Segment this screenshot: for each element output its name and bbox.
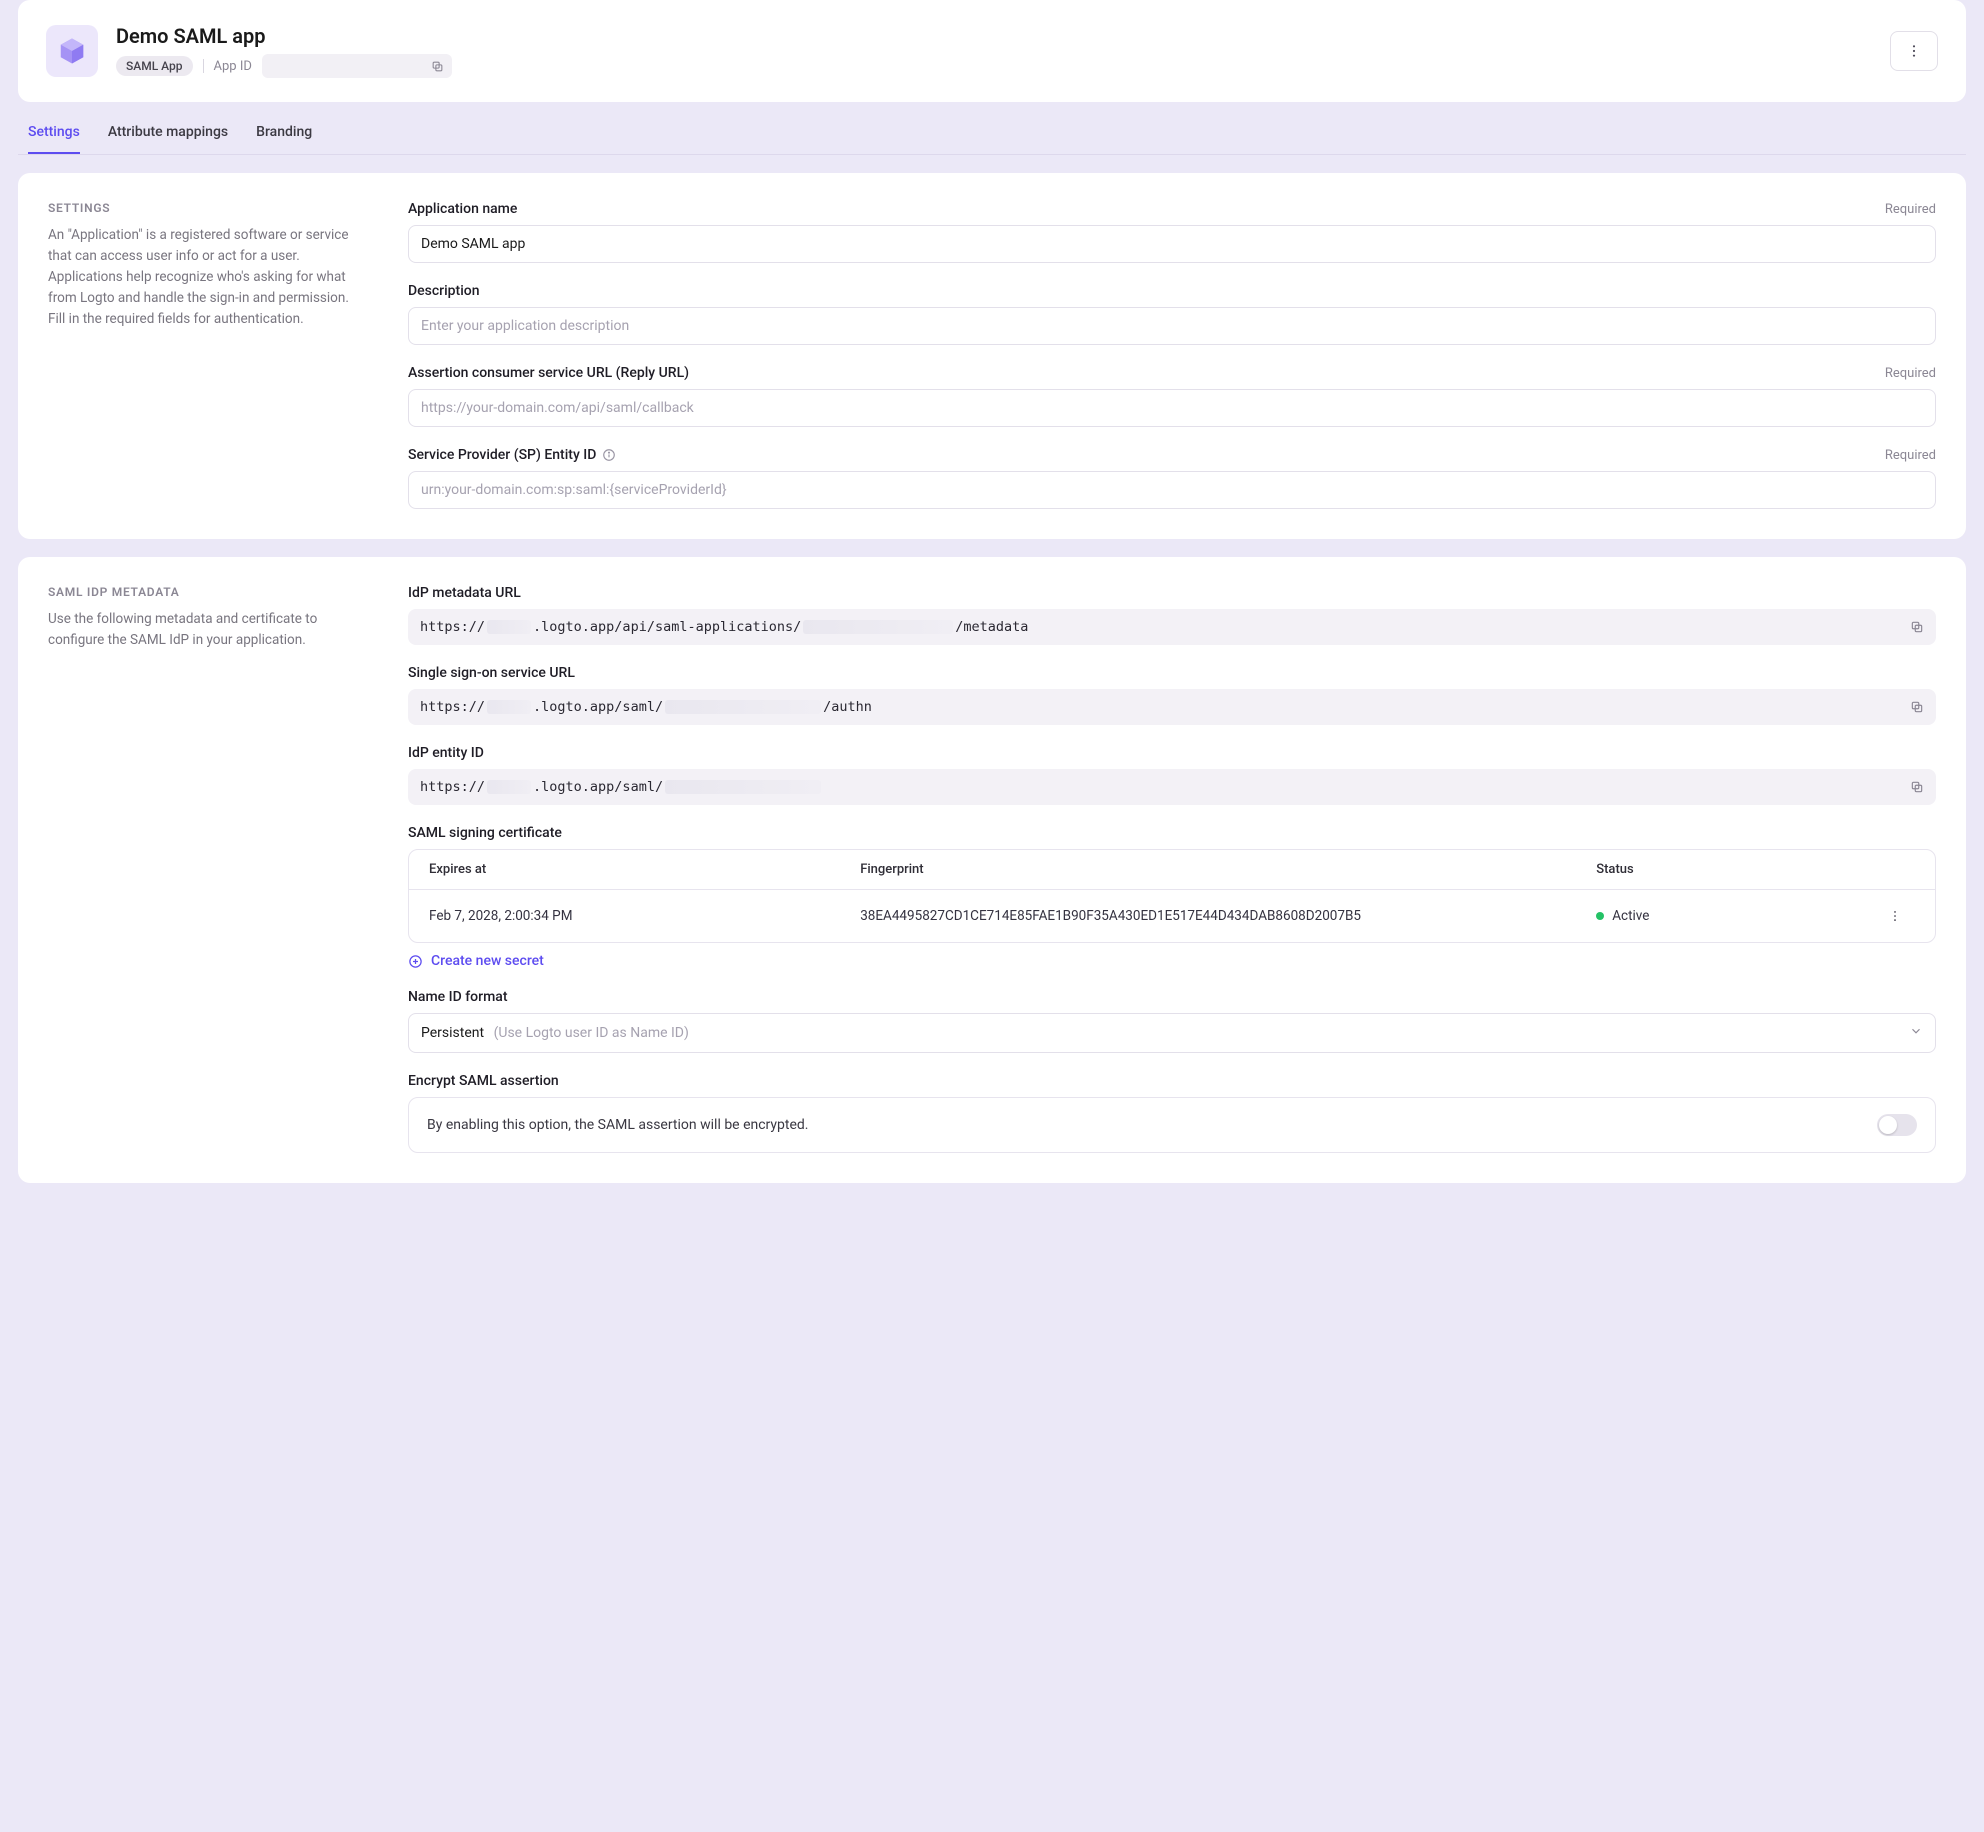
acs-url-input[interactable] bbox=[408, 389, 1936, 427]
idp-description: Use the following metadata and certifica… bbox=[48, 609, 368, 651]
redacted-segment bbox=[487, 700, 531, 714]
settings-heading: SETTINGS bbox=[48, 201, 368, 215]
chevron-down-icon bbox=[1909, 1024, 1923, 1042]
url-fragment: https:// bbox=[420, 699, 485, 715]
info-icon[interactable] bbox=[602, 448, 616, 462]
create-secret-label: Create new secret bbox=[431, 953, 544, 969]
required-tag: Required bbox=[1885, 448, 1936, 463]
url-fragment: https:// bbox=[420, 619, 485, 635]
settings-section: SETTINGS An "Application" is a registere… bbox=[18, 173, 1966, 539]
url-fragment: /metadata bbox=[955, 619, 1028, 635]
status-badge: Active bbox=[1596, 908, 1863, 924]
col-status: Status bbox=[1596, 862, 1863, 877]
status-text: Active bbox=[1612, 908, 1649, 924]
status-dot-icon bbox=[1596, 912, 1604, 920]
redacted-segment bbox=[487, 780, 531, 794]
metadata-url-label: IdP metadata URL bbox=[408, 585, 1936, 601]
cert-label: SAML signing certificate bbox=[408, 825, 1936, 841]
sp-entity-id-label: Service Provider (SP) Entity ID bbox=[408, 447, 616, 463]
idp-entity-id-label: IdP entity ID bbox=[408, 745, 1936, 761]
name-id-value: Persistent bbox=[421, 1025, 484, 1041]
encrypt-label: Encrypt SAML assertion bbox=[408, 1073, 1936, 1089]
cert-fingerprint: 38EA4495827CD1CE714E85FAE1B90F35A430ED1E… bbox=[860, 906, 1584, 926]
tabs: Settings Attribute mappings Branding bbox=[18, 110, 1966, 155]
app-type-badge: SAML App bbox=[116, 56, 193, 76]
tab-settings[interactable]: Settings bbox=[28, 110, 80, 154]
more-actions-button[interactable] bbox=[1890, 31, 1938, 71]
encrypt-toggle[interactable] bbox=[1877, 1114, 1917, 1136]
url-fragment: https:// bbox=[420, 779, 485, 795]
url-fragment: /authn bbox=[823, 699, 872, 715]
acs-url-label: Assertion consumer service URL (Reply UR… bbox=[408, 365, 689, 381]
row-more-button[interactable] bbox=[1875, 909, 1915, 923]
cert-table: Expires at Fingerprint Status Feb 7, 202… bbox=[408, 849, 1936, 943]
metadata-url-value: https:// .logto.app/api/saml-application… bbox=[408, 609, 1936, 645]
app-icon bbox=[46, 25, 98, 77]
url-fragment: .logto.app/api/saml-applications/ bbox=[533, 619, 801, 635]
encrypt-box: By enabling this option, the SAML assert… bbox=[408, 1097, 1936, 1153]
col-fingerprint: Fingerprint bbox=[860, 862, 1584, 877]
sso-url-label: Single sign-on service URL bbox=[408, 665, 1936, 681]
description-label: Description bbox=[408, 283, 480, 299]
app-name-input[interactable] bbox=[408, 225, 1936, 263]
page-title: Demo SAML app bbox=[116, 24, 452, 48]
url-fragment: .logto.app/saml/ bbox=[533, 699, 663, 715]
divider bbox=[203, 59, 204, 73]
app-id-label: App ID bbox=[214, 59, 252, 74]
header-card: Demo SAML app SAML App App ID bbox=[18, 0, 1966, 102]
description-input[interactable] bbox=[408, 307, 1936, 345]
sp-entity-id-label-text: Service Provider (SP) Entity ID bbox=[408, 447, 596, 463]
idp-entity-id-value: https:// .logto.app/saml/ bbox=[408, 769, 1936, 805]
url-fragment: .logto.app/saml/ bbox=[533, 779, 663, 795]
encrypt-text: By enabling this option, the SAML assert… bbox=[427, 1117, 809, 1133]
cert-expires-at: Feb 7, 2028, 2:00:34 PM bbox=[429, 908, 848, 924]
copy-icon[interactable] bbox=[1910, 620, 1924, 634]
app-name-label: Application name bbox=[408, 201, 517, 217]
copy-icon[interactable] bbox=[431, 60, 444, 73]
redacted-segment bbox=[803, 620, 953, 634]
redacted-segment bbox=[487, 620, 531, 634]
required-tag: Required bbox=[1885, 202, 1936, 217]
app-id-value bbox=[262, 54, 452, 78]
create-secret-button[interactable]: Create new secret bbox=[408, 953, 1936, 969]
copy-icon[interactable] bbox=[1910, 780, 1924, 794]
required-tag: Required bbox=[1885, 366, 1936, 381]
tab-attribute-mappings[interactable]: Attribute mappings bbox=[108, 110, 228, 154]
idp-metadata-section: SAML IDP METADATA Use the following meta… bbox=[18, 557, 1966, 1183]
idp-heading: SAML IDP METADATA bbox=[48, 585, 368, 599]
redacted-segment bbox=[665, 700, 821, 714]
table-row: Feb 7, 2028, 2:00:34 PM 38EA4495827CD1CE… bbox=[409, 890, 1935, 942]
name-id-label: Name ID format bbox=[408, 989, 1936, 1005]
copy-icon[interactable] bbox=[1910, 700, 1924, 714]
col-expires: Expires at bbox=[429, 862, 848, 877]
sso-url-value: https:// .logto.app/saml/ /authn bbox=[408, 689, 1936, 725]
tab-branding[interactable]: Branding bbox=[256, 110, 312, 154]
redacted-segment bbox=[665, 780, 821, 794]
sp-entity-id-input[interactable] bbox=[408, 471, 1936, 509]
settings-description: An "Application" is a registered softwar… bbox=[48, 225, 368, 330]
name-id-hint: (Use Logto user ID as Name ID) bbox=[494, 1025, 689, 1041]
name-id-select[interactable]: Persistent (Use Logto user ID as Name ID… bbox=[408, 1013, 1936, 1053]
